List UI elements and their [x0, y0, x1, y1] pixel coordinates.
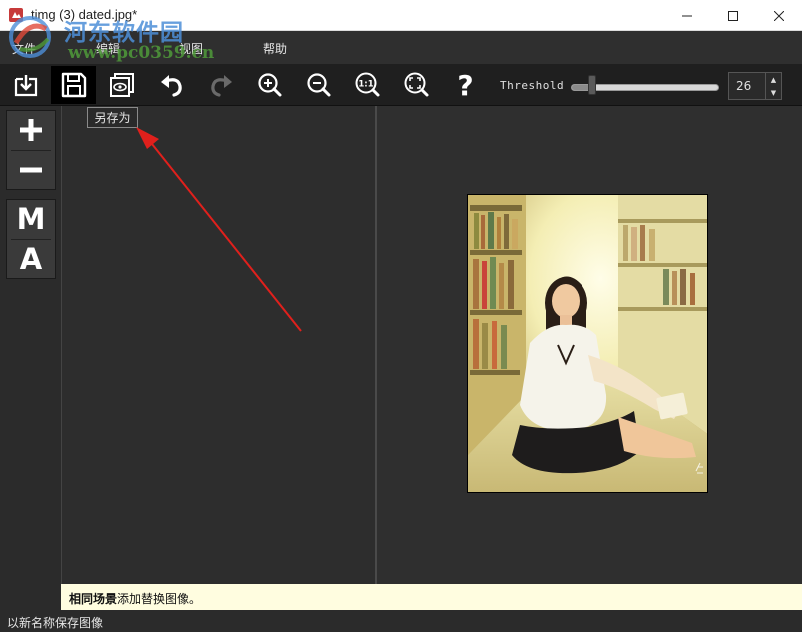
side-mode-group: M A — [6, 199, 56, 279]
manual-mode-button[interactable]: M — [7, 200, 55, 238]
info-bold-text: 相同场景 — [69, 592, 118, 606]
menu-view[interactable]: 视图 — [179, 40, 203, 57]
preview-image — [467, 194, 708, 493]
fit-screen-icon — [404, 72, 428, 97]
preview-icon — [109, 73, 134, 97]
photo-illustration — [468, 195, 707, 492]
menu-help[interactable]: 帮助 — [263, 40, 287, 57]
auto-mode-button[interactable]: A — [7, 240, 55, 278]
actual-size-label: 1:1 — [358, 80, 373, 90]
preview-button[interactable] — [99, 66, 144, 104]
tooltip-text: 另存为 — [94, 111, 131, 125]
plus-icon — [20, 119, 42, 141]
chevron-down-icon: ▼ — [770, 88, 777, 97]
status-bar: 以新名称保存图像 — [0, 610, 802, 632]
auto-mode-label: A — [19, 242, 43, 276]
close-icon — [774, 10, 784, 21]
threshold-slider-thumb[interactable] — [588, 75, 597, 95]
spin-up-button[interactable]: ▲ — [766, 73, 781, 86]
help-icon: ? — [457, 68, 474, 102]
menu-file[interactable]: 文件 — [12, 40, 36, 57]
redo-button[interactable] — [198, 66, 243, 104]
zoom-out-icon — [306, 73, 330, 97]
import-icon — [14, 75, 37, 97]
actual-size-icon: 1:1 — [355, 72, 379, 97]
close-button[interactable] — [756, 0, 802, 31]
threshold-spinbox[interactable]: 26 ▲ ▼ — [728, 72, 782, 100]
minimize-icon — [682, 15, 692, 16]
maximize-button[interactable] — [710, 0, 756, 31]
window-title: timg (3) dated.jpg* — [31, 7, 138, 22]
info-text: 相同场景添加替换图像。 — [69, 590, 201, 607]
fit-screen-button[interactable] — [394, 66, 439, 104]
side-zoom-in-button[interactable] — [7, 111, 55, 149]
info-body-text: 添加替换图像。 — [117, 592, 202, 606]
help-button[interactable]: ? — [443, 66, 488, 104]
app-icon — [9, 8, 23, 22]
minus-icon — [20, 167, 42, 173]
menu-edit[interactable]: 编辑 — [96, 40, 120, 57]
toolbar: 1:1 ? Threshold 26 ▲ ▼ — [0, 64, 802, 106]
chevron-up-icon: ▲ — [770, 75, 777, 84]
save-icon — [61, 72, 86, 98]
app-window: timg (3) dated.jpg* 文件 编辑 视图 帮助 河东软件园 ww… — [0, 0, 802, 632]
import-button[interactable] — [3, 66, 48, 104]
maximize-icon — [728, 10, 738, 21]
status-text: 以新名称保存图像 — [7, 616, 104, 630]
spin-arrows: ▲ ▼ — [765, 73, 781, 99]
actual-size-button[interactable]: 1:1 — [345, 66, 390, 104]
info-bar: 相同场景添加替换图像。 — [61, 584, 802, 610]
source-panel[interactable] — [61, 106, 375, 584]
zoom-out-button[interactable] — [296, 66, 341, 104]
side-zoom-group — [6, 110, 56, 190]
threshold-label: Threshold — [500, 79, 565, 92]
zoom-in-button[interactable] — [247, 66, 292, 104]
minimize-button[interactable] — [664, 0, 710, 31]
spin-down-button[interactable]: ▼ — [766, 86, 781, 99]
save-button[interactable] — [51, 66, 96, 104]
menu-bar: 文件 编辑 视图 帮助 — [0, 31, 802, 64]
save-as-tooltip: 另存为 — [87, 107, 138, 128]
undo-icon — [160, 75, 182, 97]
side-zoom-out-button[interactable] — [7, 151, 55, 189]
undo-button[interactable] — [149, 66, 194, 104]
redo-icon — [210, 75, 232, 97]
title-bar: timg (3) dated.jpg* — [0, 0, 802, 31]
manual-mode-label: M — [16, 202, 46, 236]
zoom-in-icon — [257, 73, 281, 97]
threshold-value[interactable]: 26 — [736, 79, 751, 93]
